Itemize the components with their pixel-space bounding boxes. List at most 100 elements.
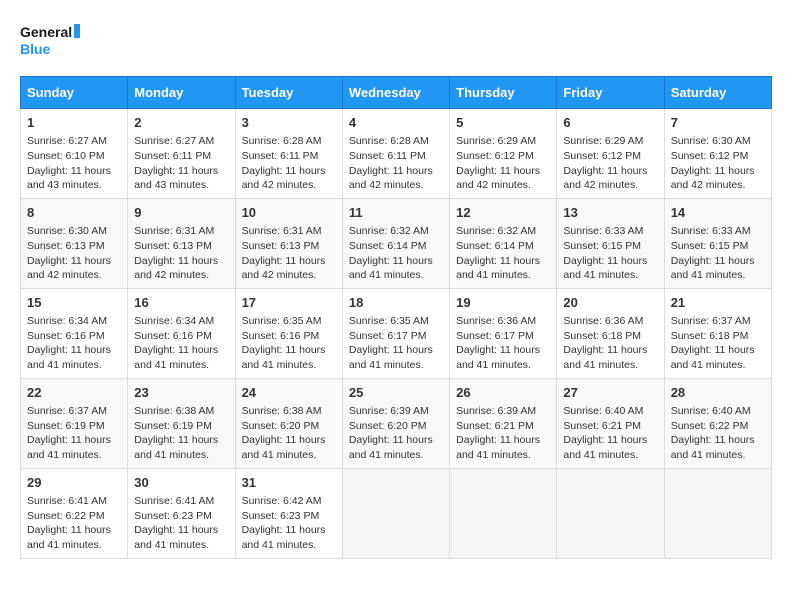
calendar-cell: 20 Sunrise: 6:36 AM Sunset: 6:18 PM Dayli… (557, 288, 664, 378)
calendar-cell: 30 Sunrise: 6:41 AM Sunset: 6:23 PM Dayli… (128, 468, 235, 558)
day-info: Sunrise: 6:39 AM Sunset: 6:21 PM Dayligh… (456, 404, 550, 463)
day-number: 5 (456, 114, 550, 132)
calendar-cell: 23 Sunrise: 6:38 AM Sunset: 6:19 PM Dayli… (128, 378, 235, 468)
day-info: Sunrise: 6:30 AM Sunset: 6:12 PM Dayligh… (671, 134, 765, 193)
calendar-cell: 16 Sunrise: 6:34 AM Sunset: 6:16 PM Dayli… (128, 288, 235, 378)
calendar-cell (557, 468, 664, 558)
day-number: 13 (563, 204, 657, 222)
calendar-cell: 14 Sunrise: 6:33 AM Sunset: 6:15 PM Dayli… (664, 198, 771, 288)
day-number: 27 (563, 384, 657, 402)
day-number: 15 (27, 294, 121, 312)
svg-text:Blue: Blue (20, 41, 51, 57)
day-info: Sunrise: 6:28 AM Sunset: 6:11 PM Dayligh… (349, 134, 443, 193)
calendar-cell (450, 468, 557, 558)
weekday-header-tuesday: Tuesday (235, 77, 342, 109)
day-info: Sunrise: 6:34 AM Sunset: 6:16 PM Dayligh… (27, 314, 121, 373)
day-number: 14 (671, 204, 765, 222)
day-info: Sunrise: 6:30 AM Sunset: 6:13 PM Dayligh… (27, 224, 121, 283)
day-info: Sunrise: 6:40 AM Sunset: 6:22 PM Dayligh… (671, 404, 765, 463)
day-number: 16 (134, 294, 228, 312)
calendar-cell: 5 Sunrise: 6:29 AM Sunset: 6:12 PM Daylig… (450, 109, 557, 199)
calendar-cell: 13Sunrise: 6:33 AM Sunset: 6:15 PM Dayli… (557, 198, 664, 288)
day-info: Sunrise: 6:38 AM Sunset: 6:19 PM Dayligh… (134, 404, 228, 463)
page-header: General Blue (20, 20, 772, 60)
day-number: 28 (671, 384, 765, 402)
day-info: Sunrise: 6:39 AM Sunset: 6:20 PM Dayligh… (349, 404, 443, 463)
day-info: Sunrise: 6:28 AM Sunset: 6:11 PM Dayligh… (242, 134, 336, 193)
day-info: Sunrise: 6:33 AM Sunset: 6:15 PM Dayligh… (671, 224, 765, 283)
day-info: Sunrise: 6:37 AM Sunset: 6:19 PM Dayligh… (27, 404, 121, 463)
calendar-cell: 29 Sunrise: 6:41 AM Sunset: 6:22 PM Dayli… (21, 468, 128, 558)
calendar-cell: 3 Sunrise: 6:28 AM Sunset: 6:11 PM Daylig… (235, 109, 342, 199)
day-number: 24 (242, 384, 336, 402)
day-number: 6 (563, 114, 657, 132)
calendar-cell: 17 Sunrise: 6:35 AM Sunset: 6:16 PM Dayli… (235, 288, 342, 378)
day-info: Sunrise: 6:41 AM Sunset: 6:22 PM Dayligh… (27, 494, 121, 553)
day-info: Sunrise: 6:35 AM Sunset: 6:16 PM Dayligh… (242, 314, 336, 373)
day-number: 23 (134, 384, 228, 402)
day-info: Sunrise: 6:42 AM Sunset: 6:23 PM Dayligh… (242, 494, 336, 553)
calendar-cell: 2 Sunrise: 6:27 AM Sunset: 6:11 PM Daylig… (128, 109, 235, 199)
day-number: 26 (456, 384, 550, 402)
day-number: 25 (349, 384, 443, 402)
day-info: Sunrise: 6:41 AM Sunset: 6:23 PM Dayligh… (134, 494, 228, 553)
day-number: 8 (27, 204, 121, 222)
day-info: Sunrise: 6:34 AM Sunset: 6:16 PM Dayligh… (134, 314, 228, 373)
day-number: 10 (242, 204, 336, 222)
calendar-cell: 27 Sunrise: 6:40 AM Sunset: 6:21 PM Dayli… (557, 378, 664, 468)
day-info: Sunrise: 6:31 AM Sunset: 6:13 PM Dayligh… (242, 224, 336, 283)
day-number: 19 (456, 294, 550, 312)
weekday-header-saturday: Saturday (664, 77, 771, 109)
calendar-cell: 8 Sunrise: 6:30 AM Sunset: 6:13 PM Daylig… (21, 198, 128, 288)
calendar-cell: 19 Sunrise: 6:36 AM Sunset: 6:17 PM Dayli… (450, 288, 557, 378)
weekday-header-friday: Friday (557, 77, 664, 109)
day-number: 22 (27, 384, 121, 402)
day-number: 18 (349, 294, 443, 312)
calendar-cell: 1 Sunrise: 6:27 AM Sunset: 6:10 PM Daylig… (21, 109, 128, 199)
calendar-cell: 10 Sunrise: 6:31 AM Sunset: 6:13 PM Dayli… (235, 198, 342, 288)
day-info: Sunrise: 6:35 AM Sunset: 6:17 PM Dayligh… (349, 314, 443, 373)
day-number: 20 (563, 294, 657, 312)
day-number: 7 (671, 114, 765, 132)
calendar-cell: 6 Sunrise: 6:29 AM Sunset: 6:12 PM Daylig… (557, 109, 664, 199)
day-number: 12 (456, 204, 550, 222)
calendar-cell: 11Sunrise: 6:32 AM Sunset: 6:14 PM Dayli… (342, 198, 449, 288)
calendar-cell: 31Sunrise: 6:42 AM Sunset: 6:23 PM Dayli… (235, 468, 342, 558)
calendar-cell: 21 Sunrise: 6:37 AM Sunset: 6:18 PM Dayli… (664, 288, 771, 378)
calendar-cell: 7 Sunrise: 6:30 AM Sunset: 6:12 PM Daylig… (664, 109, 771, 199)
calendar-cell: 12 Sunrise: 6:32 AM Sunset: 6:14 PM Dayli… (450, 198, 557, 288)
day-info: Sunrise: 6:32 AM Sunset: 6:14 PM Dayligh… (349, 224, 443, 283)
calendar-cell: 28 Sunrise: 6:40 AM Sunset: 6:22 PM Dayli… (664, 378, 771, 468)
day-number: 21 (671, 294, 765, 312)
svg-text:General: General (20, 24, 72, 40)
day-number: 3 (242, 114, 336, 132)
day-info: Sunrise: 6:27 AM Sunset: 6:10 PM Dayligh… (27, 134, 121, 193)
day-number: 2 (134, 114, 228, 132)
day-info: Sunrise: 6:40 AM Sunset: 6:21 PM Dayligh… (563, 404, 657, 463)
calendar-cell: 25 Sunrise: 6:39 AM Sunset: 6:20 PM Dayli… (342, 378, 449, 468)
calendar-cell (342, 468, 449, 558)
calendar-table: SundayMondayTuesdayWednesdayThursdayFrid… (20, 76, 772, 559)
day-info: Sunrise: 6:29 AM Sunset: 6:12 PM Dayligh… (456, 134, 550, 193)
day-info: Sunrise: 6:32 AM Sunset: 6:14 PM Dayligh… (456, 224, 550, 283)
day-info: Sunrise: 6:36 AM Sunset: 6:17 PM Dayligh… (456, 314, 550, 373)
day-number: 17 (242, 294, 336, 312)
calendar-cell: 24 Sunrise: 6:38 AM Sunset: 6:20 PM Dayli… (235, 378, 342, 468)
day-number: 29 (27, 474, 121, 492)
calendar-cell: 9Sunrise: 6:31 AM Sunset: 6:13 PM Daylig… (128, 198, 235, 288)
logo-icon: General Blue (20, 20, 80, 60)
day-number: 9 (134, 204, 228, 222)
calendar-cell: 22 Sunrise: 6:37 AM Sunset: 6:19 PM Dayli… (21, 378, 128, 468)
calendar-cell (664, 468, 771, 558)
day-info: Sunrise: 6:38 AM Sunset: 6:20 PM Dayligh… (242, 404, 336, 463)
weekday-header-sunday: Sunday (21, 77, 128, 109)
calendar-cell: 4Sunrise: 6:28 AM Sunset: 6:11 PM Daylig… (342, 109, 449, 199)
day-info: Sunrise: 6:29 AM Sunset: 6:12 PM Dayligh… (563, 134, 657, 193)
day-number: 1 (27, 114, 121, 132)
day-number: 30 (134, 474, 228, 492)
day-info: Sunrise: 6:36 AM Sunset: 6:18 PM Dayligh… (563, 314, 657, 373)
day-info: Sunrise: 6:27 AM Sunset: 6:11 PM Dayligh… (134, 134, 228, 193)
day-info: Sunrise: 6:37 AM Sunset: 6:18 PM Dayligh… (671, 314, 765, 373)
weekday-header-monday: Monday (128, 77, 235, 109)
logo: General Blue (20, 20, 80, 60)
